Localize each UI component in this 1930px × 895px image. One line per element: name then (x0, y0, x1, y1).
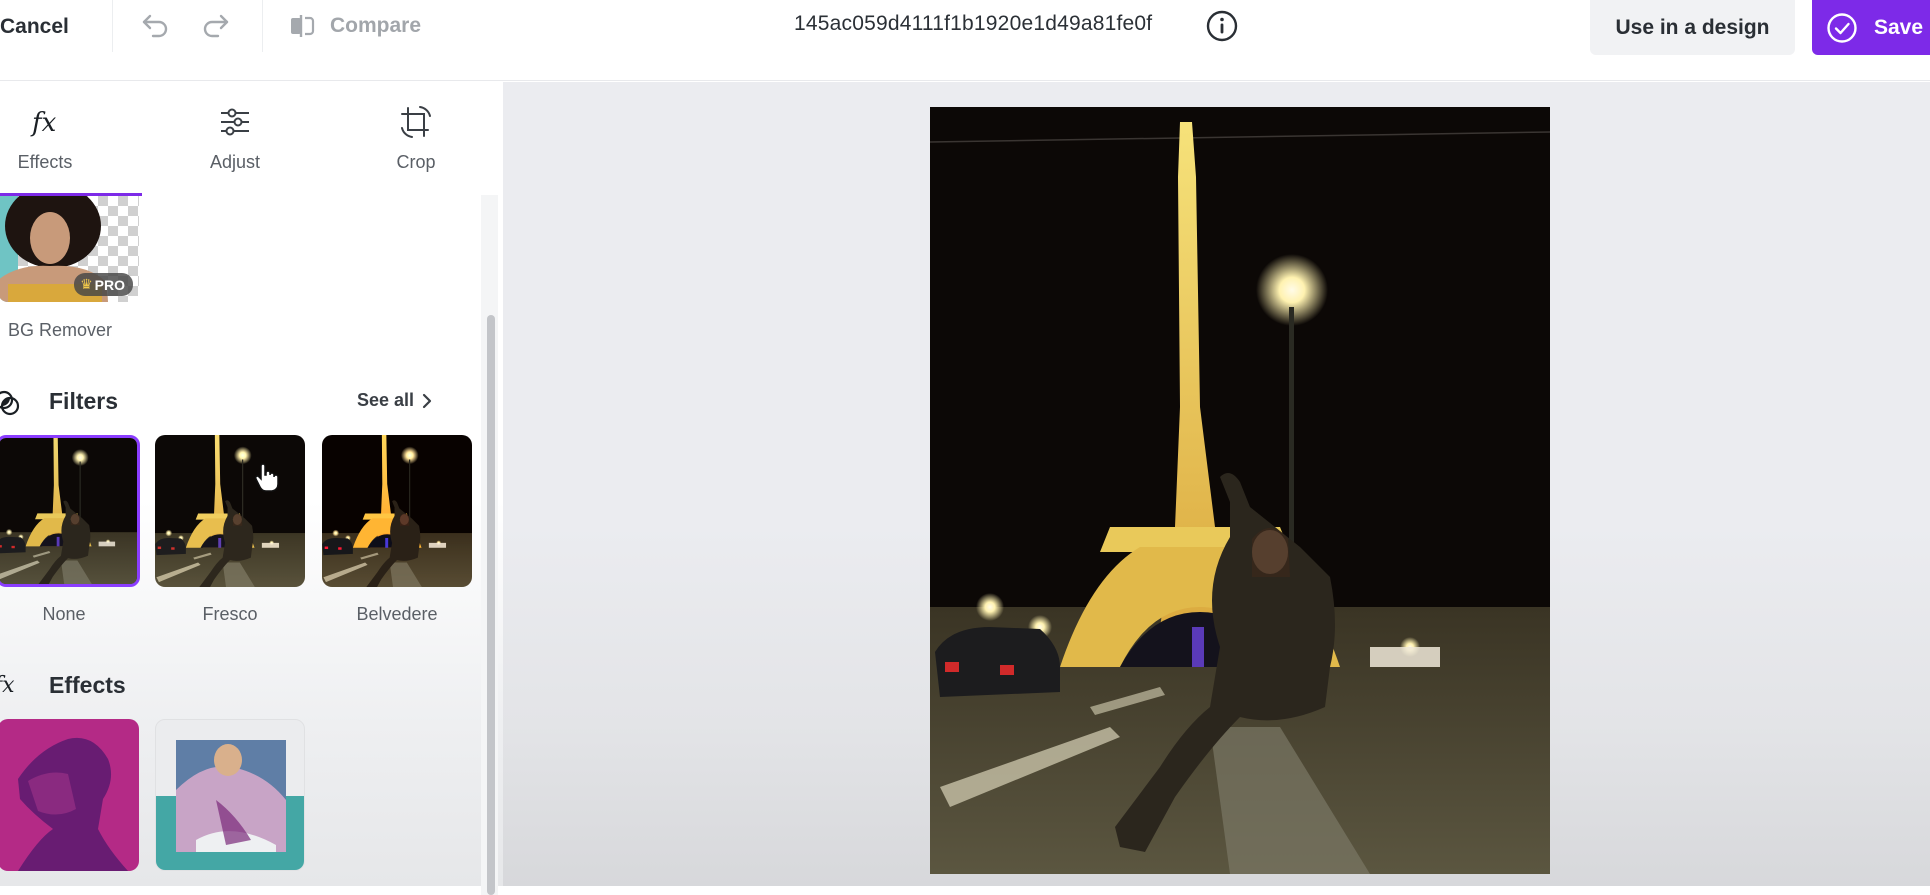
tab-label: Crop (396, 152, 436, 172)
undo-button[interactable] (135, 8, 175, 44)
see-all-label: See all (357, 390, 415, 410)
toolbar-divider (112, 0, 113, 52)
svg-text:fx: fx (30, 108, 57, 138)
fx-icon: fx (30, 108, 57, 138)
save-button[interactable]: Save (1812, 0, 1930, 55)
filter-label: Fresco (202, 604, 258, 624)
effect-duotone-thumbnail[interactable] (0, 719, 139, 871)
main-photo[interactable] (930, 107, 1550, 874)
compare-label: Compare (330, 14, 422, 37)
document-title: 145ac059d4111f1b1920e1d49a81fe0f (794, 12, 1153, 35)
tab-adjust[interactable]: Adjust (175, 102, 295, 182)
filter-preview-image (322, 435, 472, 587)
filter-preview-image (155, 435, 305, 587)
see-all-filters-link[interactable]: See all (357, 390, 432, 411)
filters-heading: Filters (49, 388, 119, 414)
redo-button[interactable] (196, 8, 236, 44)
top-toolbar: Cancel Compare 145ac059d4111f1b1920e1d49… (0, 0, 1930, 81)
chevron-right-icon (422, 393, 432, 408)
shadows-preview-image (156, 740, 304, 870)
filter-preview-image (0, 438, 137, 584)
hand-cursor-icon (255, 463, 279, 492)
effects-heading: Effects (49, 672, 126, 698)
eiffel-tower-photo (930, 107, 1550, 874)
fx-icon: fx (0, 673, 15, 698)
undo-icon (142, 14, 168, 38)
sliders-icon (221, 108, 249, 136)
duotone-preview-image (0, 719, 139, 871)
cancel-button[interactable]: Cancel (0, 10, 69, 44)
bg-remover-label: BG Remover (8, 320, 113, 340)
compare-icon (291, 15, 315, 37)
toolbar-divider (262, 0, 263, 52)
info-icon (1206, 10, 1238, 42)
filters-icon (0, 390, 20, 416)
svg-text:fx: fx (0, 673, 15, 698)
filter-none-thumbnail[interactable] (0, 435, 140, 587)
tab-effects[interactable]: fx Effects (0, 102, 105, 182)
filter-belvedere-thumbnail[interactable] (322, 435, 472, 587)
tab-crop[interactable]: Crop (356, 102, 476, 182)
panel-scrollbar-thumb[interactable] (487, 315, 495, 895)
filter-fresco-thumbnail[interactable] (155, 435, 305, 587)
tab-label: Effects (17, 152, 73, 172)
tab-label: Adjust (209, 152, 261, 172)
filter-label: Belvedere (356, 604, 438, 624)
check-circle-icon (1827, 12, 1857, 43)
filter-label: None (42, 604, 86, 624)
pro-badge-label: PRO (94, 276, 125, 293)
crop-icon (401, 106, 431, 138)
crown-icon: ♛ (80, 276, 93, 292)
bg-remover-thumbnail[interactable]: ♛ PRO (0, 196, 139, 302)
use-in-design-button[interactable]: Use in a design (1590, 0, 1795, 55)
edit-image-panel: fx Effects Adjust Crop ♛ PRO BG Remover … (0, 82, 503, 895)
compare-button[interactable]: Compare (288, 8, 421, 44)
effect-shadows-thumbnail[interactable] (155, 719, 305, 871)
pro-badge: ♛ PRO (74, 273, 133, 296)
redo-icon (203, 14, 229, 38)
save-label: Save (1874, 15, 1924, 39)
info-button[interactable] (1205, 9, 1239, 43)
